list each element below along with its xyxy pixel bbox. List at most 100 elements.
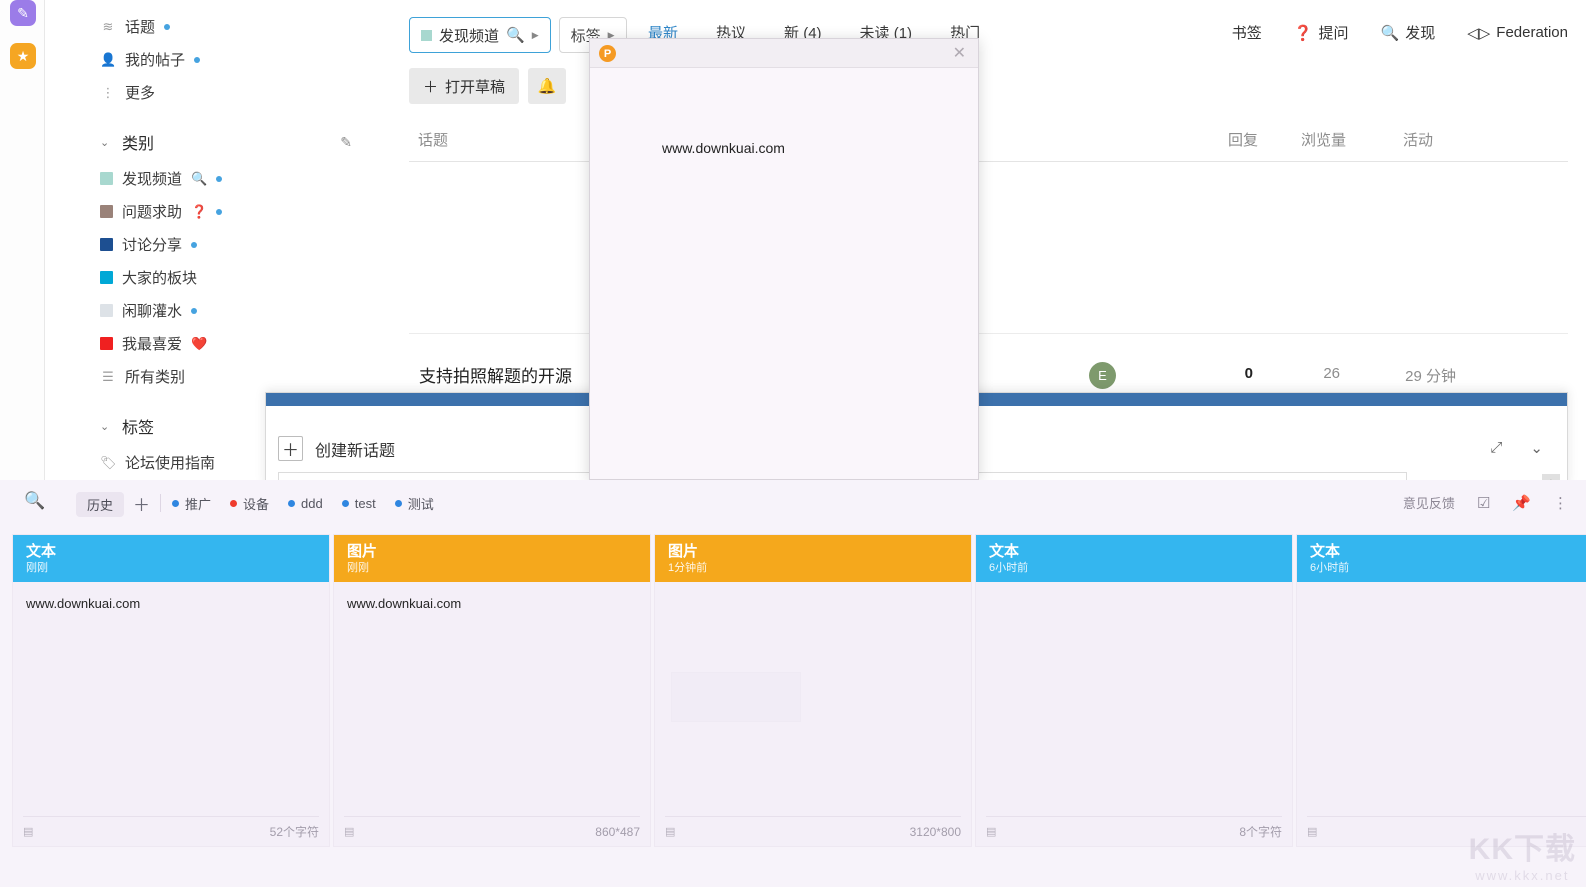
history-tab[interactable]: 历史 [76,492,125,517]
card-type: 图片 [347,543,378,560]
chevron-down-icon: ⌄ [100,136,110,149]
column-header-activity[interactable]: 活动 [1403,129,1433,150]
card-type: 文本 [26,543,57,560]
sidebar-item-my-posts[interactable]: 👤 我的帖子 [100,43,380,76]
close-icon[interactable]: ✕ [953,43,966,63]
list-icon: ☰ [102,368,114,384]
popup-content: www.downkuai.com [590,68,978,479]
tag-filter-device[interactable]: 设备 [230,494,269,513]
search-icon[interactable]: 🔍 [24,491,45,511]
sidebar-item-category-5[interactable]: 我最喜爱 ❤️ [100,327,380,360]
column-header-replies[interactable]: 回复 [1228,129,1258,150]
clipboard-card-list: 文本 刚刚 www.downkuai.com ▤ 52个字符 图片 刚刚 www… [0,526,1586,887]
card-type: 文本 [1310,543,1341,560]
open-draft-button[interactable]: ＋ 打开草稿 [409,68,520,104]
category-color-swatch [100,172,113,185]
card-header: 文本 刚刚 [13,535,329,582]
category-color-swatch [421,29,432,41]
layers-icon: ≋ [102,18,114,34]
sidebar-item-topics[interactable]: ≋ 话题 [100,10,380,43]
clipboard-card[interactable]: 文本 6小时前 ▤ [1296,534,1586,847]
sidebar-group-categories[interactable]: ⌄ 类别 ✎ [100,122,380,162]
clipboard-manager: 🔍 历史 ＋ 推广 设备 ddd test 测试 意见反馈 ☑ 📌 ⋮ 文本 刚… [0,480,1586,887]
category-selector[interactable]: 发现频道 🔍 ▶ [409,17,551,53]
unread-dot [191,307,198,314]
row-divider [409,333,1568,334]
sidebar-item-category-3[interactable]: 大家的板块 [100,261,380,294]
card-time: 刚刚 [26,562,48,574]
image-preview [671,672,801,722]
create-topic-label: 创建新话题 [315,442,396,460]
tag-filter-promotion[interactable]: 推广 [172,494,211,513]
card-content: www.downkuai.com [26,596,141,611]
card-footer: ▤ 52个字符 [23,816,319,846]
pin-icon[interactable]: 📌 [1512,494,1531,512]
monitor-icon: ▤ [344,826,355,838]
nav-label: 提问 [1318,25,1349,42]
chevron-down-icon: ⌄ [100,420,110,433]
unread-dot [194,56,201,63]
card-content [1297,582,1586,816]
editor-app-icon[interactable]: ✎ [10,0,36,26]
column-header-views[interactable]: 浏览量 [1301,129,1346,150]
sidebar-item-all-categories[interactable]: ☰ 所有类别 [100,360,380,393]
expand-icon[interactable]: ⤢ [1490,439,1502,457]
tag-dot [230,500,238,507]
sidebar-item-label: 问题求助 [122,204,183,221]
nav-federation[interactable]: ◁▷ Federation [1467,24,1568,42]
open-draft-label: 打开草稿 [445,78,506,96]
chevron-down-icon[interactable]: ⌄ [1530,439,1543,457]
toolbar-divider [160,494,161,512]
sidebar-item-label: 闲聊灌水 [122,303,183,320]
add-icon[interactable]: ＋ [133,491,150,516]
popup-window: P ✕ www.downkuai.com [589,38,979,480]
sidebar-item-category-0[interactable]: 发现频道 🔍 [100,162,380,195]
star-app-icon[interactable]: ★ [10,43,36,69]
checklist-icon[interactable]: ☑ [1477,494,1490,512]
nav-discover[interactable]: 🔍 发现 [1381,22,1436,43]
sidebar-item-label: 发现频道 [122,171,183,188]
clipboard-card[interactable]: 图片 1分钟前 ▤ 3120*800 [654,534,972,847]
unread-dot [191,241,198,248]
tag-dot [172,500,179,507]
top-navigation: 书签 ❓ 提问 🔍 发现 ◁▷ Federation [1232,22,1568,43]
sidebar-group-label: 类别 [122,136,155,153]
create-topic-button[interactable]: ＋ 创建新话题 [278,436,395,461]
notifications-button[interactable]: 🔔 [528,68,567,104]
unread-dot [216,175,223,182]
sidebar-item-category-2[interactable]: 讨论分享 [100,228,380,261]
clipboard-card[interactable]: 文本 6小时前 ▤ 8个字符 [975,534,1293,847]
edit-pencil-icon[interactable]: ✎ [340,134,352,151]
card-meta: 860*487 [595,824,640,839]
avatar[interactable]: E [1089,362,1116,389]
feedback-button[interactable]: 意见反馈 [1403,493,1455,512]
card-header: 图片 1分钟前 [655,535,971,582]
cell-views: 26 [1323,365,1340,382]
clipboard-card[interactable]: 图片 刚刚 www.downkuai.com ▤ 860*487 [333,534,651,847]
monitor-icon: ▤ [665,826,676,838]
nav-ask[interactable]: ❓ 提问 [1294,22,1349,43]
topic-table-header: 话题 回复 浏览量 活动 [409,126,1568,162]
cell-replies: 0 [1244,365,1253,382]
sidebar-item-category-4[interactable]: 闲聊灌水 [100,294,380,327]
nav-bookmarks[interactable]: 书签 [1232,22,1262,43]
sidebar-item-label: 所有类别 [125,369,186,386]
tag-label: 设备 [243,497,270,512]
magnifier-icon: 🔍 [191,170,208,186]
monitor-icon: ▤ [23,826,34,838]
card-type: 文本 [989,543,1020,560]
tag-filter-ddd[interactable]: ddd [288,494,323,513]
sidebar-item-category-1[interactable]: 问题求助 ❓ [100,195,380,228]
category-color-swatch [100,304,113,317]
topic-title[interactable]: 支持拍照解题的开源 [419,362,572,387]
tag-filter-ceshi[interactable]: 测试 [394,494,434,513]
popup-title-bar[interactable]: P ✕ [590,39,978,68]
sidebar-group-label: 标签 [122,420,155,437]
clipboard-card[interactable]: 文本 刚刚 www.downkuai.com ▤ 52个字符 [12,534,330,847]
tag-icon: 🏷 [100,454,117,470]
sidebar-item-more[interactable]: ⋮ 更多 [100,76,380,109]
tag-filter-test[interactable]: test [341,494,376,513]
magnifier-icon: 🔍 [1380,24,1400,42]
more-icon[interactable]: ⋮ [1553,494,1568,512]
category-color-swatch [100,238,113,251]
